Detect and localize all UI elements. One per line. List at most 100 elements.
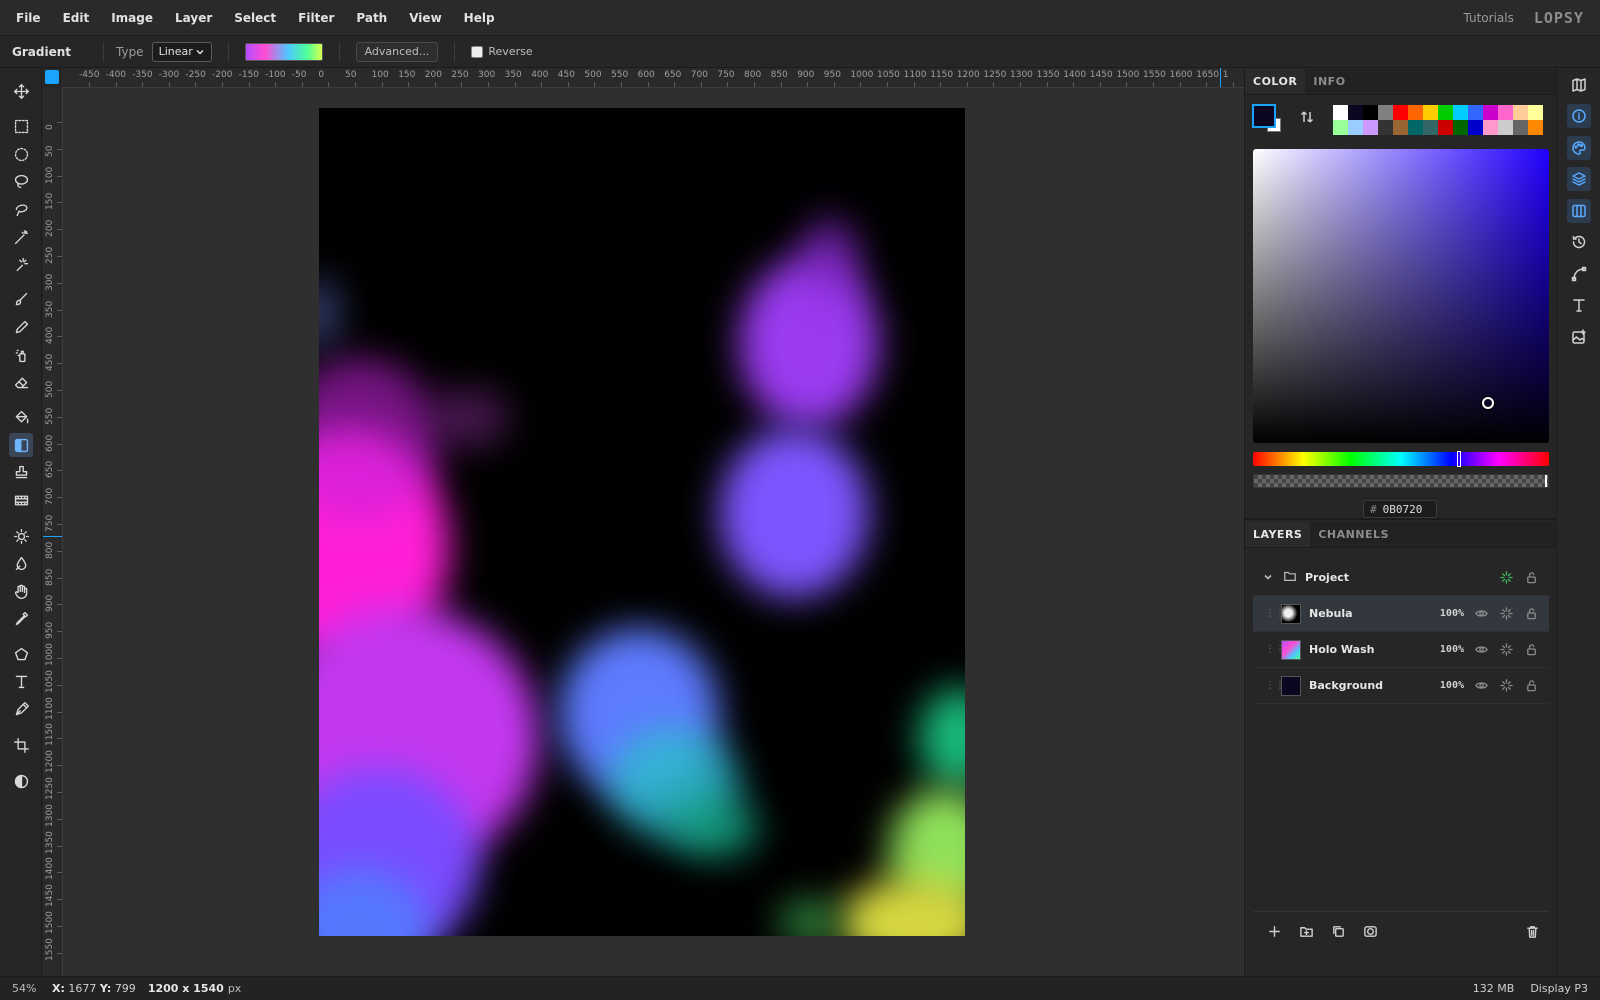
menu-edit[interactable]: Edit	[52, 0, 101, 36]
hex-color-input[interactable]: # 0B0720	[1363, 500, 1437, 518]
menu-image[interactable]: Image	[100, 0, 164, 36]
group-effects-button[interactable]	[1499, 571, 1513, 585]
pencil-tool[interactable]	[9, 315, 33, 339]
palette-swatch[interactable]	[1393, 120, 1408, 135]
magnetic-lasso-tool[interactable]	[9, 197, 33, 221]
menu-path[interactable]: Path	[345, 0, 398, 36]
palette-swatch[interactable]	[1333, 105, 1348, 120]
palette-swatch[interactable]	[1453, 105, 1468, 120]
palette-swatch[interactable]	[1528, 120, 1543, 135]
tab-info[interactable]: INFO	[1305, 69, 1353, 94]
palette-swatch[interactable]	[1408, 105, 1423, 120]
workspace[interactable]	[63, 88, 1244, 976]
add-group-button[interactable]	[1295, 921, 1317, 943]
layer-lock-button[interactable]	[1524, 643, 1538, 657]
hue-slider-handle[interactable]	[1457, 451, 1461, 467]
palette-swatch[interactable]	[1453, 120, 1468, 135]
tab-channels[interactable]: CHANNELS	[1310, 522, 1397, 547]
image-panel-button[interactable]	[1567, 325, 1591, 349]
palette-swatch[interactable]	[1483, 105, 1498, 120]
eyedropper-tool[interactable]	[9, 606, 33, 630]
tab-color[interactable]: COLOR	[1245, 69, 1306, 94]
navigator-panel-button[interactable]	[1567, 73, 1591, 97]
polygon-tool[interactable]	[9, 642, 33, 666]
paths-panel-button[interactable]	[1567, 262, 1591, 286]
tab-layers[interactable]: LAYERS	[1245, 522, 1311, 547]
gradient-tool[interactable]	[9, 433, 33, 457]
contrast-tool[interactable]	[9, 769, 33, 793]
menu-filter[interactable]: Filter	[287, 0, 345, 36]
palette-swatch[interactable]	[1483, 120, 1498, 135]
palette-swatch[interactable]	[1363, 105, 1378, 120]
alpha-slider-handle[interactable]	[1545, 475, 1547, 487]
spray-tool[interactable]	[9, 343, 33, 367]
color-picker-cursor[interactable]	[1482, 397, 1494, 409]
layer-row-background[interactable]: ⋮⋮ Background 100%	[1253, 668, 1549, 704]
palette-swatch[interactable]	[1498, 120, 1513, 135]
layer-group-row[interactable]: Project	[1253, 560, 1549, 596]
palette-swatch[interactable]	[1408, 120, 1423, 135]
menu-layer[interactable]: Layer	[164, 0, 223, 36]
dodge-tool[interactable]	[9, 524, 33, 548]
add-layer-button[interactable]	[1263, 921, 1285, 943]
text-tool[interactable]	[9, 669, 33, 693]
palette-swatch[interactable]	[1468, 105, 1483, 120]
layer-effects-button[interactable]	[1499, 679, 1513, 693]
layer-row-holo-wash[interactable]: ⋮⋮ Holo Wash 100%	[1253, 632, 1549, 668]
palette-swatch[interactable]	[1378, 120, 1393, 135]
channels-panel-button[interactable]	[1567, 199, 1591, 223]
crop-tool[interactable]	[9, 733, 33, 757]
hand-tool[interactable]	[9, 579, 33, 603]
palette-swatch[interactable]	[1468, 120, 1483, 135]
palette-swatch[interactable]	[1498, 105, 1513, 120]
brush-tool[interactable]	[9, 287, 33, 311]
stamp-tool[interactable]	[9, 460, 33, 484]
drag-handle-icon[interactable]: ⋮⋮	[1265, 608, 1285, 619]
palette-swatch[interactable]	[1378, 105, 1393, 120]
pen-tool[interactable]	[9, 697, 33, 721]
duplicate-layer-button[interactable]	[1327, 921, 1349, 943]
tutorials-link[interactable]: Tutorials	[1463, 11, 1513, 25]
drag-handle-icon[interactable]: ⋮⋮	[1265, 680, 1285, 691]
bucket-tool[interactable]	[9, 405, 33, 429]
move-tool[interactable]	[9, 79, 33, 103]
palette-swatch[interactable]	[1393, 105, 1408, 120]
menu-help[interactable]: Help	[453, 0, 506, 36]
saturation-value-picker[interactable]	[1253, 149, 1549, 443]
magic-wand-tool[interactable]	[9, 225, 33, 249]
color-panel-button[interactable]	[1567, 136, 1591, 160]
menu-select[interactable]: Select	[223, 0, 287, 36]
character-panel-button[interactable]	[1567, 293, 1591, 317]
zoom-level[interactable]: 54%	[0, 982, 46, 995]
advanced-button[interactable]: Advanced...	[355, 41, 439, 62]
ruler-corner[interactable]	[45, 70, 59, 84]
delete-layer-button[interactable]	[1521, 921, 1543, 943]
palette-swatch[interactable]	[1513, 120, 1528, 135]
add-mask-button[interactable]	[1359, 921, 1381, 943]
gradient-preview-swatch[interactable]	[244, 42, 323, 61]
layer-row-nebula[interactable]: ⋮⋮ Nebula 100%	[1253, 596, 1549, 632]
palette-swatch[interactable]	[1348, 120, 1363, 135]
smudge-tool[interactable]	[9, 551, 33, 575]
layer-lock-button[interactable]	[1524, 679, 1538, 693]
palette-swatch[interactable]	[1333, 120, 1348, 135]
swap-colors-button[interactable]	[1299, 109, 1315, 128]
gradient-type-select[interactable]: Linear	[151, 41, 212, 62]
ruler-horizontal[interactable]: -450 -400 -350 -300 -250 -200 -150 -100 -50 0 50 10…	[62, 68, 1244, 88]
group-toggle[interactable]	[1263, 571, 1275, 585]
rect-select-tool[interactable]	[9, 114, 33, 138]
palette-swatch[interactable]	[1513, 105, 1528, 120]
alpha-slider[interactable]	[1253, 474, 1549, 488]
film-tool[interactable]	[9, 488, 33, 512]
document-canvas[interactable]	[319, 108, 965, 936]
lasso-tool[interactable]	[9, 169, 33, 193]
reverse-checkbox[interactable]	[471, 45, 484, 58]
layers-panel-button[interactable]	[1567, 167, 1591, 191]
menu-view[interactable]: View	[398, 0, 452, 36]
hue-slider[interactable]	[1253, 451, 1549, 467]
palette-swatch[interactable]	[1438, 120, 1453, 135]
palette-swatch[interactable]	[1438, 105, 1453, 120]
palette-swatch[interactable]	[1423, 120, 1438, 135]
layer-effects-button[interactable]	[1499, 643, 1513, 657]
palette-swatch[interactable]	[1348, 105, 1363, 120]
